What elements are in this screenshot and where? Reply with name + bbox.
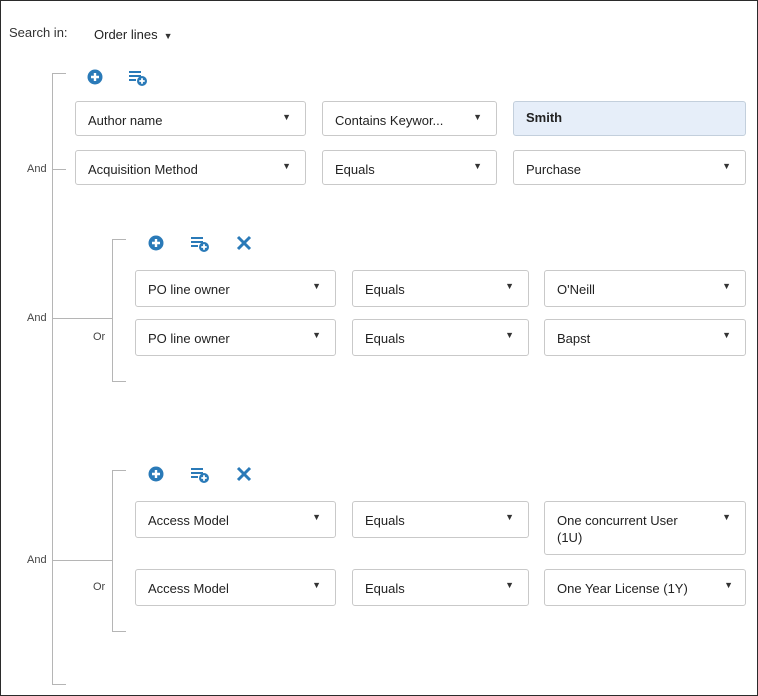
add-group-icon[interactable] <box>189 464 209 484</box>
add-condition-icon[interactable] <box>85 67 105 87</box>
add-condition-icon[interactable] <box>146 233 166 253</box>
condition-value-input[interactable]: Smith <box>513 101 746 136</box>
condition-value-select[interactable]: Bapst ▼ <box>544 319 746 356</box>
group-tree-line <box>112 470 113 632</box>
chevron-down-icon: ▼ <box>163 31 173 41</box>
chevron-down-icon: ▼ <box>722 330 731 340</box>
remove-group-icon[interactable] <box>234 233 254 253</box>
chevron-down-icon: ▼ <box>312 281 321 291</box>
connector-and-label: And <box>27 163 47 175</box>
condition-operator-select[interactable]: Equals ▼ <box>352 319 529 356</box>
group-connector-line <box>52 560 112 561</box>
add-group-icon[interactable] <box>189 233 209 253</box>
group-tree-top-tick <box>112 470 126 471</box>
chevron-down-icon: ▼ <box>505 281 514 291</box>
search-scope-dropdown[interactable]: Order lines ▼ <box>94 27 173 42</box>
connector-or-label: Or <box>93 581 106 593</box>
chevron-down-icon: ▼ <box>505 330 514 340</box>
search-in-label: Search in: <box>9 25 68 40</box>
connector-tick <box>52 169 66 170</box>
condition-operator-select[interactable]: Contains Keywor... ▼ <box>322 101 497 136</box>
chevron-down-icon: ▼ <box>282 112 291 122</box>
connector-or-label: Or <box>93 331 106 343</box>
advanced-search-panel: Search in: Order lines ▼ Author name ▼ Con… <box>0 0 758 696</box>
condition-operator-select[interactable]: Equals ▼ <box>352 569 529 606</box>
group-tree-top-tick <box>112 239 126 240</box>
add-condition-icon[interactable] <box>146 464 166 484</box>
chevron-down-icon: ▼ <box>312 580 321 590</box>
chevron-down-icon: ▼ <box>722 161 731 171</box>
chevron-down-icon: ▼ <box>505 580 514 590</box>
condition-field-select[interactable]: Access Model ▼ <box>135 501 336 538</box>
group-connector-and-label: And <box>27 554 47 566</box>
chevron-down-icon: ▼ <box>722 512 731 522</box>
chevron-down-icon: ▼ <box>724 580 733 590</box>
add-group-icon[interactable] <box>127 67 147 87</box>
condition-value-select[interactable]: One Year License (1Y) ▼ <box>544 569 746 606</box>
condition-field-select[interactable]: Access Model ▼ <box>135 569 336 606</box>
root-tree-bottom-tick <box>52 684 66 685</box>
chevron-down-icon: ▼ <box>473 161 482 171</box>
chevron-down-icon: ▼ <box>505 512 514 522</box>
condition-field-select[interactable]: Acquisition Method ▼ <box>75 150 306 185</box>
chevron-down-icon: ▼ <box>312 330 321 340</box>
group-connector-and-label: And <box>27 312 47 324</box>
condition-value-select[interactable]: Purchase ▼ <box>513 150 746 185</box>
chevron-down-icon: ▼ <box>722 281 731 291</box>
root-tree-line <box>52 73 53 685</box>
group-tree-bottom-tick <box>112 631 126 632</box>
chevron-down-icon: ▼ <box>282 161 291 171</box>
chevron-down-icon: ▼ <box>473 112 482 122</box>
condition-operator-select[interactable]: Equals ▼ <box>352 501 529 538</box>
remove-group-icon[interactable] <box>234 464 254 484</box>
condition-field-select[interactable]: Author name ▼ <box>75 101 306 136</box>
group-connector-line <box>52 318 112 319</box>
search-scope-value: Order lines <box>94 27 158 42</box>
condition-value-select[interactable]: One concurrent User (1U) ▼ <box>544 501 746 555</box>
root-tree-top-tick <box>52 73 66 74</box>
condition-operator-select[interactable]: Equals ▼ <box>352 270 529 307</box>
group-tree-bottom-tick <box>112 381 126 382</box>
condition-field-select[interactable]: PO line owner ▼ <box>135 270 336 307</box>
condition-value-select[interactable]: O'Neill ▼ <box>544 270 746 307</box>
chevron-down-icon: ▼ <box>312 512 321 522</box>
group-tree-line <box>112 239 113 382</box>
condition-field-select[interactable]: PO line owner ▼ <box>135 319 336 356</box>
condition-operator-select[interactable]: Equals ▼ <box>322 150 497 185</box>
